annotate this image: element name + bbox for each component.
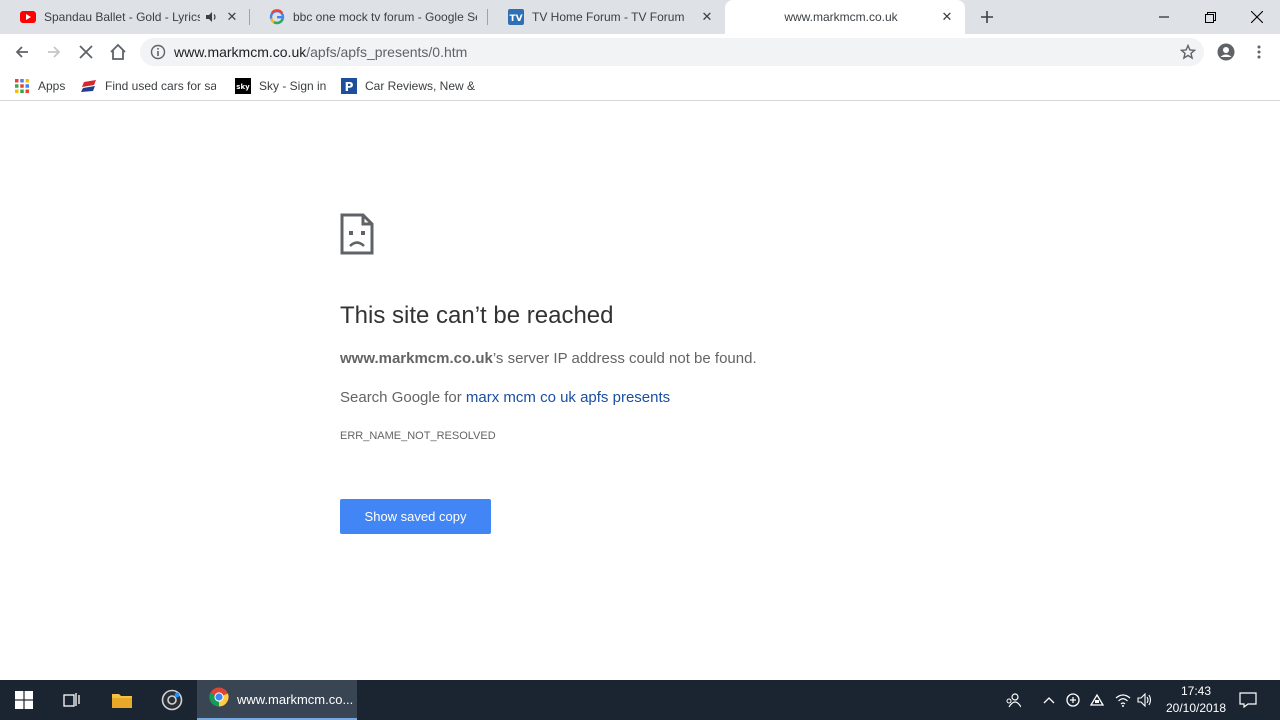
tab-strip: Spandau Ballet - Gold - Lyrics ✕ bbc one…: [0, 0, 1280, 34]
tv-forum-icon: TV: [508, 9, 524, 25]
home-button[interactable]: [104, 38, 132, 66]
profile-avatar-icon[interactable]: [1212, 38, 1240, 66]
file-explorer-icon[interactable]: [98, 680, 146, 720]
error-page: This site can’t be reached www.markmcm.c…: [0, 102, 1280, 680]
notifications-icon[interactable]: [1236, 680, 1260, 720]
error-description: www.markmcm.co.uk’s server IP address co…: [340, 350, 757, 367]
volume-icon[interactable]: [1134, 680, 1156, 720]
people-icon[interactable]: [1000, 680, 1026, 720]
apps-grid-icon: [14, 78, 30, 94]
tab-title: TV Home Forum - TV Forum: [532, 10, 685, 24]
back-button[interactable]: [8, 38, 36, 66]
system-clock[interactable]: 17:43 20/10/2018: [1158, 683, 1234, 717]
browser-window: Spandau Ballet - Gold - Lyrics ✕ bbc one…: [0, 0, 1280, 720]
close-tab-icon[interactable]: ✕: [939, 9, 955, 25]
bookmarks-bar: Apps Find used cars for sale sky Sky - S…: [0, 70, 1280, 101]
windows-start-icon[interactable]: [0, 680, 48, 720]
tab-markmcm[interactable]: www.markmcm.co.uk ✕: [725, 0, 965, 34]
error-heading: This site can’t be reached: [340, 302, 614, 329]
bookmark-label: Car Reviews, New & Used: [365, 79, 478, 93]
menu-kebab-icon[interactable]: [1245, 38, 1273, 66]
windows-taskbar: www.markmcm.co... 17:43 20/10/2018: [0, 680, 1280, 720]
bookmark-label: Apps: [38, 79, 66, 93]
bookmark-used-cars[interactable]: Find used cars for sale: [81, 76, 216, 96]
speaker-icon[interactable]: [204, 10, 218, 24]
youtube-icon: [20, 9, 36, 25]
tab-tv-forum[interactable]: TV TV Home Forum - TV Forum ✕: [488, 0, 725, 34]
search-suggestion: Search Google for marx mcm co uk apfs pr…: [340, 389, 671, 406]
tab-title: bbc one mock tv forum - Google Search: [293, 10, 477, 24]
task-view-icon[interactable]: [48, 680, 96, 720]
close-window-button[interactable]: [1234, 0, 1280, 34]
new-tab-button[interactable]: [975, 5, 999, 29]
minimize-button[interactable]: [1141, 0, 1187, 34]
chrome-icon: [209, 687, 229, 712]
address-bar[interactable]: www.markmcm.co.uk/apfs/apfs_presents/0.h…: [140, 38, 1204, 66]
bookmark-apps[interactable]: Apps: [14, 76, 74, 96]
forward-button[interactable]: [40, 38, 68, 66]
url-text: www.markmcm.co.uk/apfs/apfs_presents/0.h…: [174, 44, 468, 60]
media-app-icon[interactable]: [148, 680, 196, 720]
stop-loading-button[interactable]: [72, 38, 100, 66]
tab-title: www.markmcm.co.uk: [784, 10, 898, 24]
svg-text:sky: sky: [236, 83, 250, 91]
info-icon[interactable]: [150, 44, 166, 60]
toolbar: www.markmcm.co.uk/apfs/apfs_presents/0.h…: [0, 34, 1280, 70]
bookmark-car-reviews[interactable]: P Car Reviews, New & Used: [341, 76, 478, 96]
error-code: ERR_NAME_NOT_RESOLVED: [340, 430, 496, 442]
clock-time: 17:43: [1180, 684, 1212, 698]
svg-text:P: P: [345, 80, 354, 94]
tab-google-search[interactable]: bbc one mock tv forum - Google Search: [249, 0, 487, 34]
p-icon: P: [341, 78, 357, 94]
sync-icon[interactable]: [1062, 680, 1084, 720]
clock-date: 20/10/2018: [1165, 701, 1227, 715]
wifi-icon[interactable]: [1112, 680, 1134, 720]
restore-button[interactable]: [1187, 0, 1233, 34]
google-icon: [269, 9, 285, 25]
taskbar-app-label: www.markmcm.co...: [237, 691, 354, 707]
svg-text:TV: TV: [509, 14, 522, 24]
chevron-up-icon[interactable]: [1038, 680, 1060, 720]
tab-title: Spandau Ballet - Gold - Lyrics: [44, 10, 200, 24]
cars-icon: [81, 78, 97, 94]
search-google-link[interactable]: marx mcm co uk apfs presents: [466, 389, 670, 406]
close-tab-icon[interactable]: ✕: [224, 9, 240, 25]
bookmark-sky[interactable]: sky Sky - Sign in: [235, 76, 330, 96]
bookmark-label: Find used cars for sale: [105, 79, 216, 93]
show-saved-copy-button[interactable]: Show saved copy: [340, 499, 491, 534]
sad-document-icon: [340, 213, 374, 255]
bookmark-label: Sky - Sign in: [259, 79, 327, 93]
taskbar-chrome-button[interactable]: www.markmcm.co...: [197, 680, 357, 720]
sky-icon: sky: [235, 78, 251, 94]
tab-youtube[interactable]: Spandau Ballet - Gold - Lyrics ✕: [0, 0, 250, 34]
bookmark-star-icon[interactable]: [1179, 43, 1197, 60]
close-tab-icon[interactable]: ✕: [699, 9, 715, 25]
network-device-icon[interactable]: [1086, 680, 1108, 720]
